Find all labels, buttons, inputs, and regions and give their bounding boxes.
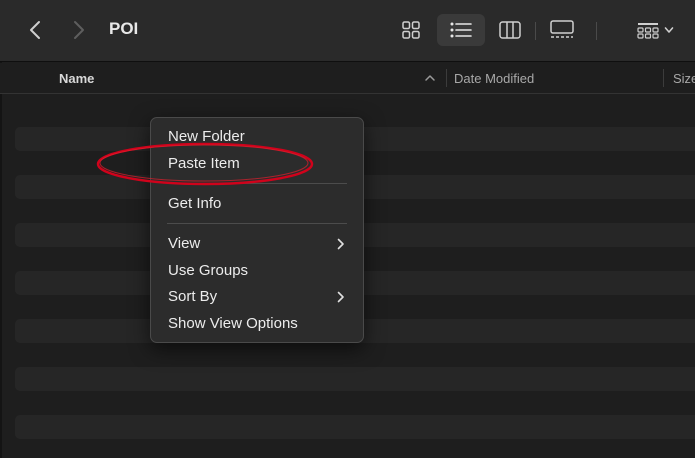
menu-separator [167, 223, 347, 224]
column-separator[interactable] [663, 69, 664, 87]
menu-item-get-info[interactable]: Get Info [157, 192, 357, 216]
menu-item-sort-by[interactable]: Sort By [157, 285, 357, 309]
chevron-left-icon [30, 21, 40, 39]
menu-item-show-view-options[interactable]: Show View Options [157, 312, 357, 336]
group-by-button[interactable] [630, 14, 680, 46]
menu-separator [167, 183, 347, 184]
list-row-stripe [15, 415, 695, 439]
list-view-icon [450, 22, 472, 38]
menu-item-view[interactable]: View [157, 232, 357, 256]
menu-item-new-folder[interactable]: New Folder [157, 125, 357, 149]
list-row-stripe [15, 367, 695, 391]
chevron-down-icon [664, 27, 674, 33]
back-button[interactable] [22, 16, 48, 44]
sort-ascending-icon[interactable] [424, 72, 436, 84]
menu-item-label: Sort By [168, 288, 218, 305]
menu-item-use-groups[interactable]: Use Groups [157, 259, 357, 283]
menu-item-label: View [168, 235, 201, 252]
menu-item-label: Paste Item [168, 155, 240, 172]
toolbar-divider [596, 22, 597, 40]
icon-view-icon [402, 21, 420, 39]
menu-item-label: Show View Options [168, 315, 298, 332]
icon-view-button[interactable] [395, 14, 427, 46]
column-size[interactable]: Size [673, 71, 695, 86]
column-date-modified[interactable]: Date Modified [454, 71, 534, 86]
column-view-icon [499, 21, 521, 39]
submenu-chevron-icon [337, 291, 344, 303]
menu-item-paste-item[interactable]: Paste Item [157, 152, 357, 176]
toolbar: POI [0, 0, 695, 62]
gallery-view-icon [550, 20, 574, 38]
submenu-chevron-icon [337, 238, 344, 250]
column-name[interactable]: Name [59, 71, 94, 86]
toolbar-divider [535, 22, 536, 40]
menu-item-label: Use Groups [168, 262, 249, 279]
chevron-right-icon [74, 21, 84, 39]
forward-button[interactable] [66, 16, 92, 44]
column-separator[interactable] [446, 69, 447, 87]
folder-title: POI [109, 19, 139, 38]
column-header: Name Date Modified Size [0, 63, 695, 94]
context-menu: New Folder Paste Item Get Info View Use … [150, 117, 364, 343]
menu-item-label: Get Info [168, 195, 222, 212]
gallery-view-button[interactable] [543, 14, 581, 46]
menu-item-label: New Folder [168, 128, 245, 145]
finder-window: POI Name Date Modified Size New Folder P… [0, 0, 695, 458]
column-view-button[interactable] [493, 14, 527, 46]
list-view-button[interactable] [437, 14, 485, 46]
group-by-icon [637, 23, 659, 39]
